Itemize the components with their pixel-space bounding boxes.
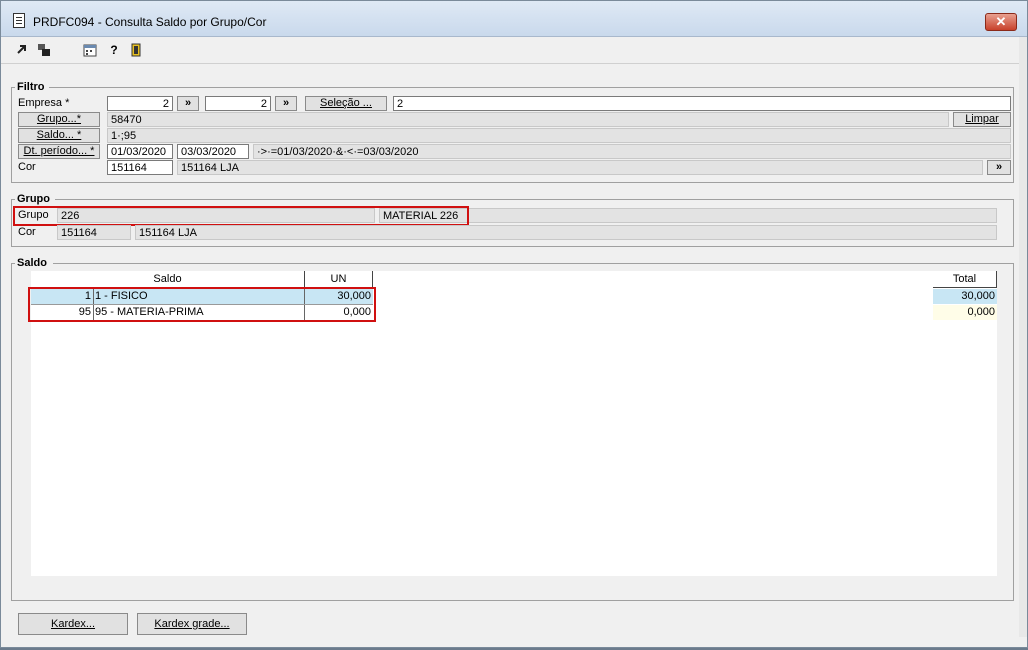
saldo-filter-button[interactable]: Saldo... * — [18, 128, 100, 143]
cor-filter-label: Cor — [18, 161, 36, 173]
close-button[interactable]: ✕ — [985, 13, 1017, 31]
empresa-from-lookup-button[interactable]: » — [177, 96, 199, 111]
selecao-input[interactable]: 2 — [393, 96, 1011, 111]
window-title: PRDFC094 - Consulta Saldo por Grupo/Cor — [33, 15, 267, 29]
row-total: 30,000 — [933, 289, 997, 304]
toolbar: ? — [1, 38, 1027, 64]
document-icon — [13, 13, 25, 28]
kardex-button-label: Kardex... — [50, 618, 96, 630]
cor-filter-desc: 151164 LJA — [177, 160, 983, 175]
empresa-to-input[interactable]: 2 — [205, 96, 271, 111]
kardex-grade-button-label: Kardex grade... — [154, 618, 230, 630]
total-column-header[interactable]: Total — [933, 271, 997, 288]
help-icon[interactable]: ? — [107, 43, 121, 57]
limpar-button[interactable]: Limpar — [953, 112, 1011, 127]
kardex-grade-button[interactable]: Kardex grade... — [137, 613, 247, 635]
empresa-label: Empresa * — [18, 97, 70, 109]
periodo-button[interactable]: Dt. período... * — [18, 144, 100, 159]
grupo-cor-desc: 151164 LJA — [135, 225, 997, 240]
rows-highlight — [28, 287, 376, 322]
periodo-to-input[interactable]: 03/03/2020 — [177, 144, 249, 159]
export-icon[interactable] — [15, 43, 29, 57]
grupo-highlight — [13, 206, 469, 226]
exit-icon[interactable] — [129, 43, 143, 57]
empresa-to-lookup-button[interactable]: » — [275, 96, 297, 111]
un-column-header[interactable]: UN — [305, 271, 373, 288]
cor-lookup-button[interactable]: » — [987, 160, 1011, 175]
calendar-icon[interactable] — [83, 43, 97, 57]
saldo-filter-value: 1·;95 — [107, 128, 1011, 143]
vertical-scrollbar[interactable] — [1019, 37, 1027, 637]
grupo-cor-label: Cor — [18, 226, 36, 238]
windows-icon[interactable] — [37, 43, 51, 57]
cor-filter-input[interactable]: 151164 — [107, 160, 173, 175]
grupo-filter-value: 58470 — [107, 112, 949, 127]
row-total: 0,000 — [933, 305, 997, 320]
periodo-from-input[interactable]: 01/03/2020 — [107, 144, 173, 159]
empresa-from-input[interactable]: 2 — [107, 96, 173, 111]
saldo-column-header[interactable]: Saldo — [31, 271, 305, 288]
kardex-button[interactable]: Kardex... — [18, 613, 128, 635]
selecao-button[interactable]: Seleção ... — [305, 96, 387, 111]
grupo-desc: MATERIAL 226 — [379, 208, 997, 223]
title-bar: PRDFC094 - Consulta Saldo por Grupo/Cor … — [1, 1, 1027, 37]
grupo-cor-code: 151164 — [57, 225, 131, 240]
main-window: PRDFC094 - Consulta Saldo por Grupo/Cor … — [0, 0, 1028, 648]
periodo-expression: ·>·=01/03/2020·&·<·=03/03/2020 — [253, 144, 1011, 159]
grupo-filter-button[interactable]: Grupo...* — [18, 112, 100, 127]
